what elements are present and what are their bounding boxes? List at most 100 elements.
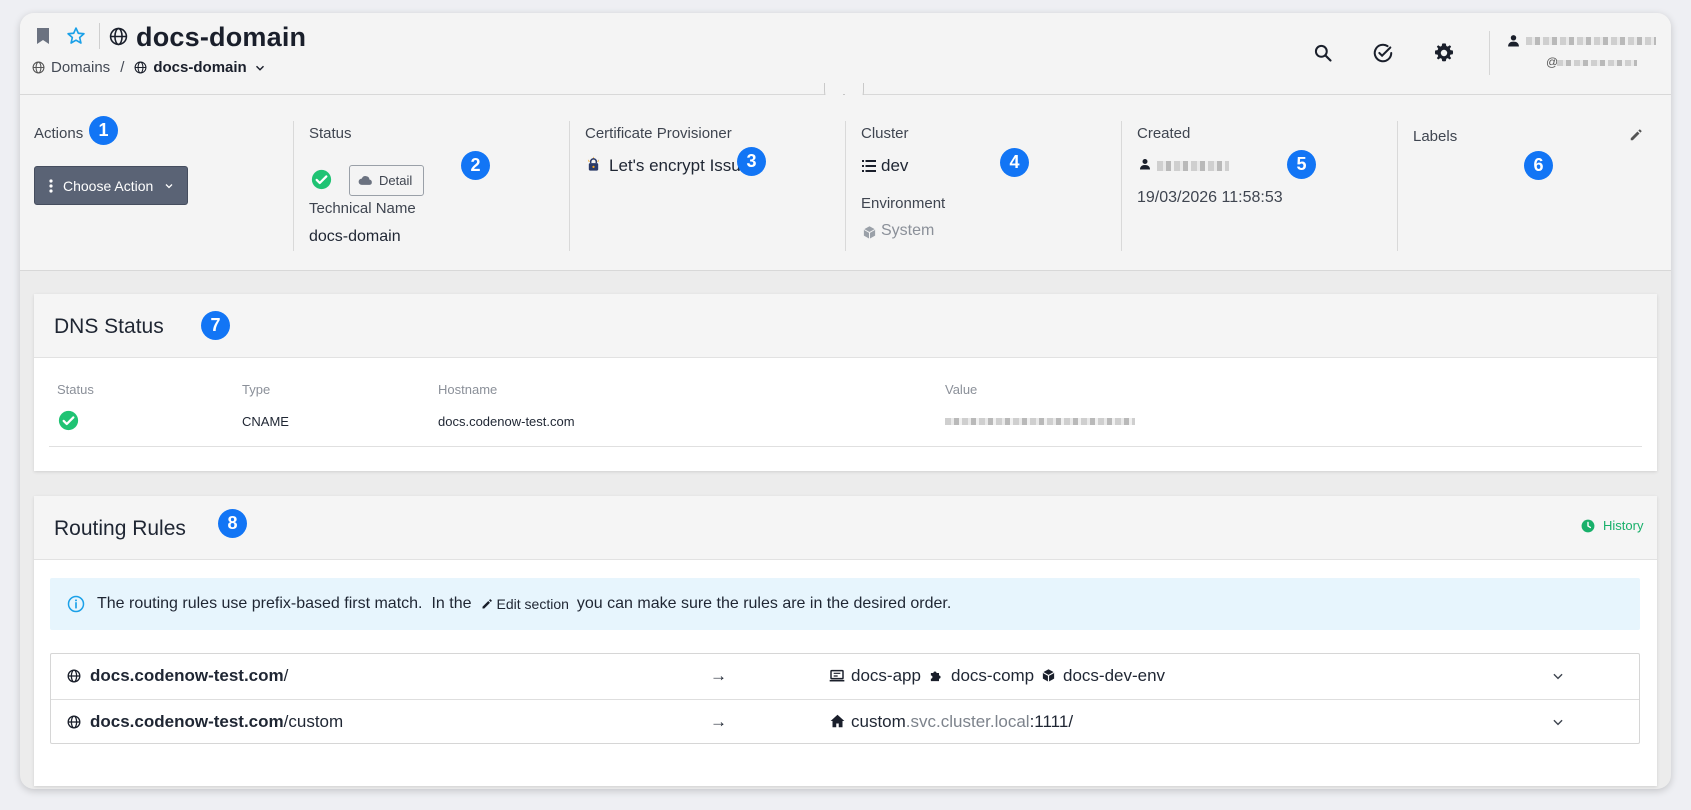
alert-text-2: In the [431, 595, 472, 612]
status-detail-button[interactable]: Detail [349, 165, 424, 196]
labels-label: Labels [1413, 128, 1458, 145]
alert-text-3: you can make sure the rules are in the d… [576, 595, 952, 612]
column-header-status: Status [57, 382, 94, 397]
routing-rules-title: Routing Rules [54, 517, 186, 540]
rule-arrow: → [710, 712, 727, 731]
technical-name-value: docs-domain [309, 228, 401, 245]
technical-name-label: Technical Name [309, 200, 416, 217]
edit-section-label: Edit section [496, 596, 569, 612]
rule-url: docs.codenow-test.com/ [90, 666, 288, 686]
environment-label: Environment [861, 195, 946, 212]
rule-arrow: → [710, 666, 727, 685]
routing-rules-header: Routing Rules 8 History [34, 496, 1657, 560]
routing-rule-row[interactable]: docs.codenow-test.com/ → docs-app docs-c… [51, 654, 1639, 699]
annotation-badge: 2 [461, 151, 490, 180]
cluster-label: Cluster [861, 125, 909, 142]
globe-icon [32, 61, 45, 74]
annotation-badge: 5 [1287, 150, 1316, 179]
page-title: docs-domain [136, 22, 307, 52]
routing-rules-list: docs.codenow-test.com/ → docs-app docs-c… [50, 653, 1640, 744]
dns-status-title: DNS Status [54, 315, 164, 338]
column-header-type: Type [242, 382, 271, 397]
cube-icon [862, 225, 877, 240]
breadcrumb-current[interactable]: docs-domain [153, 59, 246, 76]
certificate-provisioner-label: Certificate Provisioner [585, 125, 732, 142]
home-icon [830, 714, 845, 728]
annotation-badge: 4 [1000, 148, 1029, 177]
dns-hostname: docs.codenow-test.com [438, 414, 575, 429]
dns-status-section: DNS Status 7 Status Type Hostname Value … [34, 294, 1657, 471]
column-divider [845, 121, 846, 251]
breadcrumb-separator: / [120, 59, 125, 76]
created-label: Created [1137, 125, 1191, 142]
choose-action-label: Choose Action [63, 177, 154, 194]
gear-icon[interactable] [1433, 42, 1455, 64]
routing-info-alert: The routing rules use prefix-based first… [50, 578, 1640, 630]
status-label: Status [309, 125, 352, 142]
rule-host: docs.codenow-test.com [90, 666, 284, 685]
annotation-badge: 6 [1524, 151, 1553, 180]
bookmark-icon[interactable] [36, 27, 50, 45]
column-divider [293, 121, 294, 251]
laptop-icon [829, 669, 845, 683]
rule-component[interactable]: docs-comp [951, 666, 1034, 686]
column-divider [1121, 121, 1122, 251]
header-divider [1489, 31, 1490, 75]
history-button[interactable]: History [1581, 518, 1643, 533]
cloud-icon [358, 175, 373, 186]
edit-section-link[interactable]: Edit section [481, 596, 569, 612]
column-divider [1397, 121, 1398, 251]
globe-icon [109, 27, 128, 46]
alert-text-1: The routing rules use prefix-based first… [97, 595, 423, 612]
user-name-redacted [1526, 37, 1656, 45]
pencil-icon [481, 598, 493, 610]
routing-rule-row[interactable]: docs.codenow-test.com/custom → custom.sv… [51, 699, 1639, 744]
header-divider [99, 23, 100, 49]
cluster-value[interactable]: dev [881, 156, 908, 176]
chevron-down-icon [163, 180, 175, 192]
star-icon[interactable] [66, 26, 86, 46]
created-date: 19/03/2026 11:58:53 [1137, 189, 1283, 206]
user-icon [1507, 34, 1520, 47]
globe-icon [67, 669, 81, 683]
certificate-provisioner-value[interactable]: Let's encrypt Issuer [609, 156, 756, 176]
cube-icon [1041, 668, 1056, 683]
table-row: CNAME docs.codenow-test.com [49, 406, 1642, 447]
column-divider [569, 121, 570, 251]
column-header-value: Value [945, 382, 978, 397]
pencil-icon[interactable] [1629, 128, 1643, 142]
dns-type: CNAME [242, 414, 289, 429]
globe-icon [67, 715, 81, 729]
dns-value-redacted [945, 418, 1135, 425]
breadcrumb-domains-link[interactable]: Domains [51, 59, 110, 76]
rule-environment[interactable]: docs-dev-env [1063, 666, 1165, 686]
annotation-badge: 8 [218, 509, 247, 538]
issuer-logo-icon [586, 156, 601, 172]
chevron-down-icon[interactable] [1551, 669, 1565, 683]
kebab-icon [49, 178, 53, 193]
clock-icon [1581, 519, 1595, 533]
rule-app[interactable]: docs-app [851, 666, 921, 686]
search-icon[interactable] [1313, 43, 1333, 63]
chevron-down-icon[interactable] [1551, 715, 1565, 729]
service-domain: .svc.cluster.local [905, 712, 1030, 731]
list-icon [862, 160, 876, 172]
routing-rules-section: Routing Rules 8 History The routing rule… [34, 496, 1657, 786]
chevron-down-icon[interactable] [253, 61, 267, 75]
detail-label: Detail [379, 173, 413, 188]
rule-host: docs.codenow-test.com [90, 712, 284, 731]
rule-path: / [283, 666, 289, 685]
choose-action-button[interactable]: Choose Action [34, 166, 188, 205]
domain-detail-card: docs-domain Domains / docs-domain @ Acti… [20, 13, 1671, 789]
column-header-hostname: Hostname [438, 382, 498, 397]
rule-path: /custom [283, 712, 344, 731]
user-handle-redacted [1557, 60, 1637, 66]
success-check-icon [58, 410, 79, 431]
breadcrumb: Domains / docs-domain [32, 59, 267, 76]
user-icon [1139, 158, 1151, 170]
service-name: custom [851, 712, 906, 731]
rule-service[interactable]: custom.svc.cluster.local:1111/ [851, 712, 1073, 732]
check-circle-icon[interactable] [1372, 42, 1394, 64]
success-check-icon [311, 169, 332, 190]
info-icon [67, 595, 85, 613]
